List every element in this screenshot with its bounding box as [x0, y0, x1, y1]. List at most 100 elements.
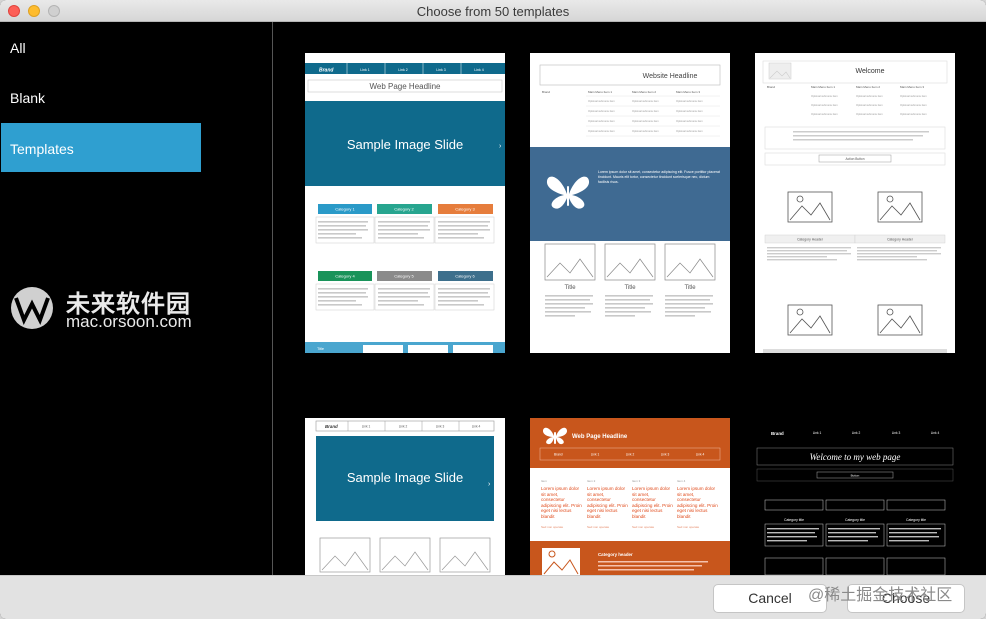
t5-column-text: Lorem ipsum dolor sit amet, consectetur …	[541, 486, 582, 520]
t1-nav-link: Link 1	[360, 68, 370, 72]
t6-nav-link: Link 2	[852, 431, 861, 435]
t5-caption: Sed non operate	[587, 525, 610, 529]
t5-caption: Sed non operate	[632, 525, 655, 529]
t2-submenu-item: Optional submenu item	[632, 129, 659, 133]
t1-nav-link: Link 2	[398, 68, 408, 72]
t6-nav-link: Link 1	[813, 431, 822, 435]
t5-caption: Sed non operate	[677, 525, 700, 529]
t2-submenu-item: Optional submenu item	[632, 99, 659, 103]
t2-submenu-item: Optional submenu item	[588, 109, 615, 113]
t6-category-title: Category title	[784, 518, 804, 522]
t5-nav-link: Link 4	[696, 453, 705, 457]
t3-submenu-item: Optional submenu item	[900, 112, 927, 116]
template-chooser-window: Choose from 50 templates All Blank Templ…	[0, 0, 986, 619]
t5-brand: Brand	[554, 453, 563, 457]
t5-column-header: Item 2	[587, 479, 596, 483]
sidebar-item-label: Blank	[10, 90, 46, 106]
t2-column-title: Title	[564, 285, 576, 291]
t2-menu-item: Main Menu Item 2	[632, 90, 656, 94]
t3-submenu-item: Optional submenu item	[856, 112, 883, 116]
t3-action-button: Action Button	[846, 157, 865, 161]
t3-submenu-item: Optional submenu item	[811, 103, 838, 107]
t3-category-header: Category Header	[797, 238, 824, 242]
t6-headline: Welcome to my web page	[810, 452, 901, 462]
t2-submenu-item: Optional submenu item	[588, 129, 615, 133]
t4-nav-link: Link 2	[399, 425, 408, 429]
t2-submenu-item: Optional submenu item	[676, 109, 703, 113]
window-title: Choose from 50 templates	[416, 4, 570, 19]
template-thumbnail-6[interactable]: Brand Link 1 Link 2 Link 3 Link 4 Welcom…	[755, 418, 955, 575]
t3-brand: Brand	[767, 85, 775, 89]
template-thumbnail-4[interactable]: Brand Link 1 Link 2 Link 3 Link 4 Sample…	[305, 418, 505, 575]
t1-slide-text: Sample Image Slide	[347, 137, 463, 152]
title-bar: Choose from 50 templates	[0, 0, 986, 22]
t6-brand: Brand	[771, 431, 784, 436]
t6-category-title: Category title	[906, 518, 926, 522]
t5-headline: Web Page Headline	[572, 434, 628, 440]
t5-column-header: Item 3	[632, 479, 641, 483]
t1-category-label: Category 3	[455, 207, 475, 212]
t2-column-title: Title	[624, 285, 636, 291]
t1-nav-link: Link 3	[436, 68, 446, 72]
t5-column-text: Lorem ipsum dolor sit amet, consectetur …	[677, 486, 718, 520]
t6-button: Button	[851, 474, 860, 478]
t2-menu-item: Main Menu Item 1	[588, 90, 612, 94]
category-sidebar: All Blank Templates 未来软件园 mac.orsoon.com	[0, 22, 273, 575]
t1-headline: Web Page Headline	[369, 82, 441, 91]
sidebar-item-all[interactable]: All	[1, 22, 201, 71]
t1-category-label: Category 4	[335, 274, 355, 279]
t1-category-label: Category 1	[335, 207, 355, 212]
t3-menu-item: Main Menu Item 2	[856, 85, 880, 89]
t5-column-header: Item	[541, 479, 547, 483]
template-thumbnail-5[interactable]: Web Page Headline Brand Link 1 Link 2 Li…	[530, 418, 730, 575]
t5-column-text: Lorem ipsum dolor sit amet, consectetur …	[587, 486, 628, 520]
t2-submenu-item: Optional submenu item	[588, 119, 615, 123]
t3-submenu-item: Optional submenu item	[900, 94, 927, 98]
t3-category-header: Category Header	[887, 238, 914, 242]
t3-submenu-item: Optional submenu item	[856, 103, 883, 107]
t2-submenu-item: Optional submenu item	[676, 129, 703, 133]
t2-menu-item: Main Menu Item 3	[676, 90, 700, 94]
t4-nav-link: Link 3	[436, 425, 445, 429]
sidebar-item-label: All	[10, 40, 26, 56]
t3-headline: Welcome	[855, 68, 884, 75]
t2-column-title: Title	[684, 285, 696, 291]
template-gallery: Brand Link 1 Link 2 Link 3 Link 4 Web Pa…	[274, 22, 986, 575]
t3-submenu-item: Optional submenu item	[900, 103, 927, 107]
t6-nav-link: Link 3	[892, 431, 901, 435]
corner-watermark: @稀土掘金技术社区	[808, 587, 953, 604]
dialog-footer: Cancel Choose @稀土掘金技术社区	[0, 575, 986, 619]
watermark-url: mac.orsoon.com	[66, 312, 192, 331]
t4-slide-text: Sample Image Slide	[347, 470, 463, 485]
t1-category-label: Category 6	[455, 274, 475, 279]
template-thumbnail-2[interactable]: Website Headline Brand Main Menu Item 1 …	[530, 53, 730, 353]
t3-submenu-item: Optional submenu item	[811, 94, 838, 98]
t5-column-header: Item 4	[677, 479, 686, 483]
site-watermark: 未来软件园 mac.orsoon.com	[9, 284, 219, 332]
t2-headline: Website Headline	[643, 73, 698, 80]
t2-submenu-item: Optional submenu item	[632, 119, 659, 123]
sidebar-item-label: Templates	[10, 141, 74, 157]
watermark-logo-icon	[11, 287, 53, 329]
t6-category-title: Category title	[845, 518, 865, 522]
t6-nav-link: Link 4	[931, 431, 940, 435]
t1-footer-title: Title	[317, 347, 324, 351]
t5-nav-link: Link 3	[661, 453, 670, 457]
t3-submenu-item: Optional submenu item	[811, 112, 838, 116]
template-thumbnail-3[interactable]: Welcome Brand Main Menu Item 1 Main Menu…	[755, 53, 955, 353]
t2-blurb: Lorem ipsum dolor sit amet, consectetur …	[598, 170, 720, 184]
t1-category-label: Category 2	[394, 207, 414, 212]
t1-category-label: Category 5	[394, 274, 414, 279]
t2-submenu-item: Optional submenu item	[632, 109, 659, 113]
sidebar-item-blank[interactable]: Blank	[1, 72, 201, 121]
t2-submenu-item: Optional submenu item	[676, 119, 703, 123]
t2-submenu-item: Optional submenu item	[676, 99, 703, 103]
t1-nav-link: Link 4	[474, 68, 484, 72]
t3-menu-item: Main Menu Item 3	[900, 85, 924, 89]
t4-brand: Brand	[325, 424, 338, 429]
t5-column-text: Lorem ipsum dolor sit amet, consectetur …	[632, 486, 673, 520]
t3-submenu-item: Optional submenu item	[856, 94, 883, 98]
template-thumbnail-1[interactable]: Brand Link 1 Link 2 Link 3 Link 4 Web Pa…	[305, 53, 505, 353]
t5-nav-link: Link 1	[591, 453, 600, 457]
sidebar-item-templates[interactable]: Templates	[1, 123, 201, 172]
